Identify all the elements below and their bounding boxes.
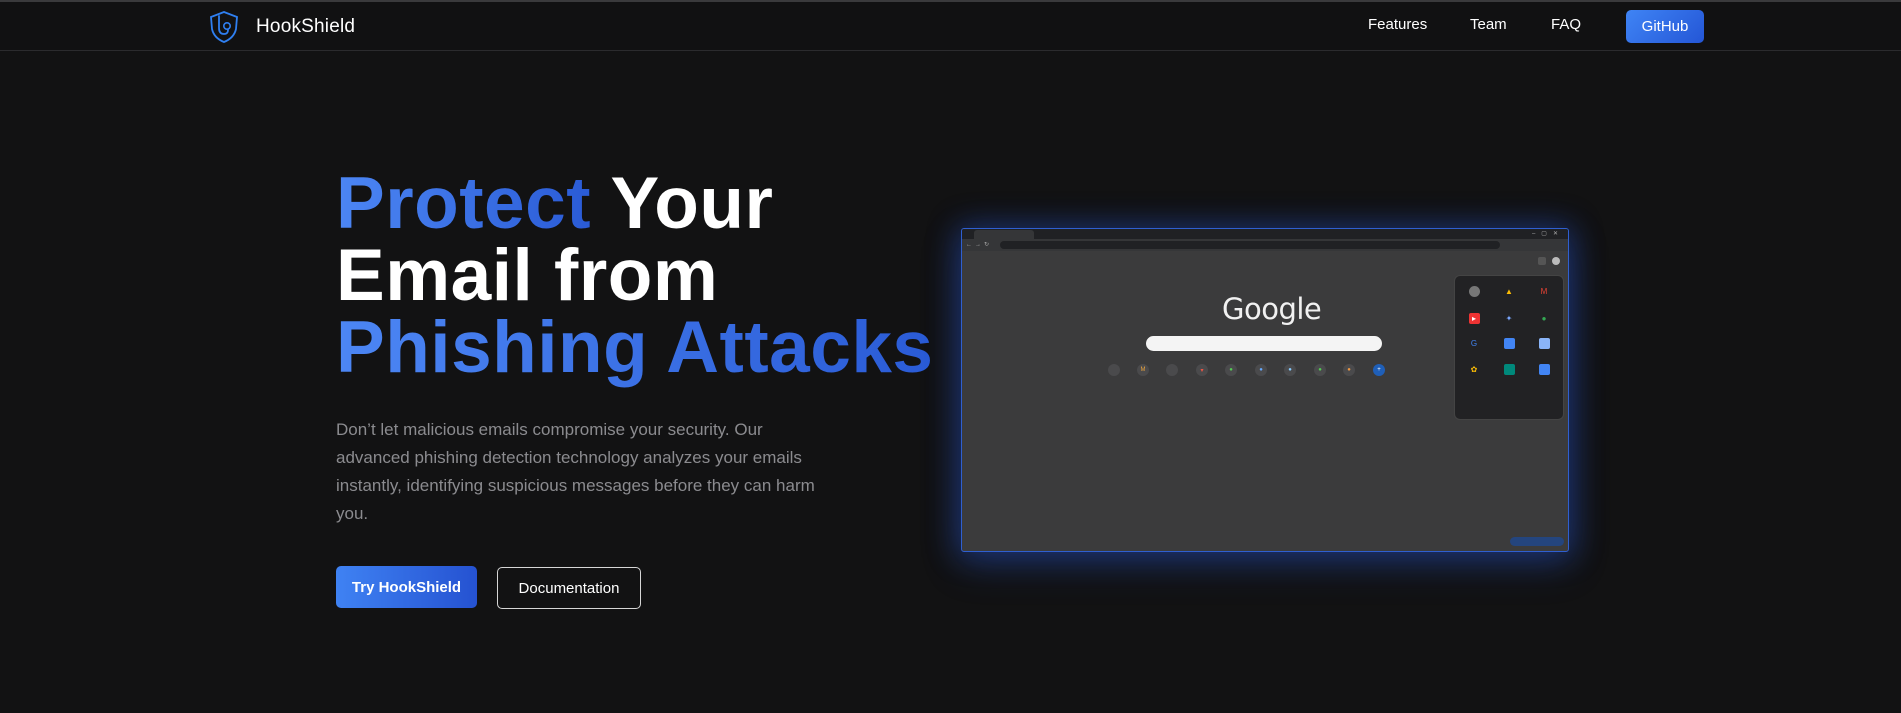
hero-title-your: Your bbox=[610, 163, 774, 244]
nav-link-faq[interactable]: FAQ bbox=[1551, 16, 1581, 33]
customize-chrome-button bbox=[1510, 537, 1564, 546]
avatar bbox=[1552, 257, 1560, 265]
browser-screenshot-preview: –▢✕ ←→↻ Google M ▾ ● ● ● ● ● + ▲ M ▸ ✦ ●… bbox=[961, 228, 1569, 552]
apps-grid-icon bbox=[1538, 257, 1546, 265]
app-tile bbox=[1529, 364, 1559, 377]
documentation-button[interactable]: Documentation bbox=[497, 567, 641, 609]
app-tile: ▸ bbox=[1459, 313, 1489, 326]
navbar: HookShield Features Team FAQ GitHub bbox=[0, 2, 1901, 51]
app-tile: M bbox=[1540, 287, 1548, 296]
shield-hook-logo-icon bbox=[210, 11, 238, 43]
shortcut-tile: ▾ bbox=[1186, 364, 1218, 379]
try-hookshield-button[interactable]: Try HookShield bbox=[336, 566, 477, 608]
shortcut-tile bbox=[1098, 364, 1130, 379]
hero-description: Don’t let malicious emails compromise yo… bbox=[336, 420, 815, 523]
app-tile: ✿ bbox=[1470, 365, 1478, 374]
shortcut-tile: ● bbox=[1304, 364, 1336, 379]
shortcut-tile: M bbox=[1127, 364, 1159, 379]
hero-title-email-from: Email from bbox=[336, 235, 719, 316]
shortcut-tile: ● bbox=[1215, 364, 1247, 379]
hero-title-protect: Protect bbox=[336, 163, 592, 244]
browser-tab bbox=[974, 230, 1034, 239]
google-logo: Google bbox=[1222, 292, 1322, 326]
browser-omnibox bbox=[1000, 241, 1500, 249]
nav-link-team[interactable]: Team bbox=[1470, 16, 1507, 33]
app-tile bbox=[1529, 338, 1559, 351]
window-controls-icon: –▢✕ bbox=[1531, 231, 1564, 237]
app-tile bbox=[1459, 286, 1489, 299]
shortcut-tile: ● bbox=[1245, 364, 1277, 379]
github-button[interactable]: GitHub bbox=[1626, 10, 1704, 43]
nav-link-features[interactable]: Features bbox=[1368, 16, 1427, 33]
google-search-box bbox=[1146, 336, 1382, 351]
google-apps-panel: ▲ M ▸ ✦ ● G ✿ bbox=[1454, 275, 1564, 420]
browser-tab-bar bbox=[962, 229, 1568, 239]
app-tile: ▲ bbox=[1505, 287, 1513, 296]
app-tile: ✦ bbox=[1505, 314, 1513, 323]
shortcut-tile: ● bbox=[1333, 364, 1365, 379]
hero-title: Protect Your Email from Phishing Attacks bbox=[336, 167, 936, 384]
browser-nav-icons: ←→↻ bbox=[966, 242, 993, 248]
brand-name: HookShield bbox=[256, 16, 356, 37]
app-tile: G bbox=[1470, 339, 1478, 348]
app-tile: ● bbox=[1541, 314, 1547, 323]
add-shortcut-tile: + bbox=[1363, 364, 1395, 379]
shortcut-tile bbox=[1156, 364, 1188, 379]
hero-title-phishing-attacks: Phishing Attacks bbox=[336, 307, 934, 388]
shortcut-tile: ● bbox=[1274, 364, 1306, 379]
app-tile bbox=[1494, 338, 1524, 351]
brand[interactable]: HookShield bbox=[207, 10, 355, 44]
app-tile bbox=[1494, 364, 1524, 377]
